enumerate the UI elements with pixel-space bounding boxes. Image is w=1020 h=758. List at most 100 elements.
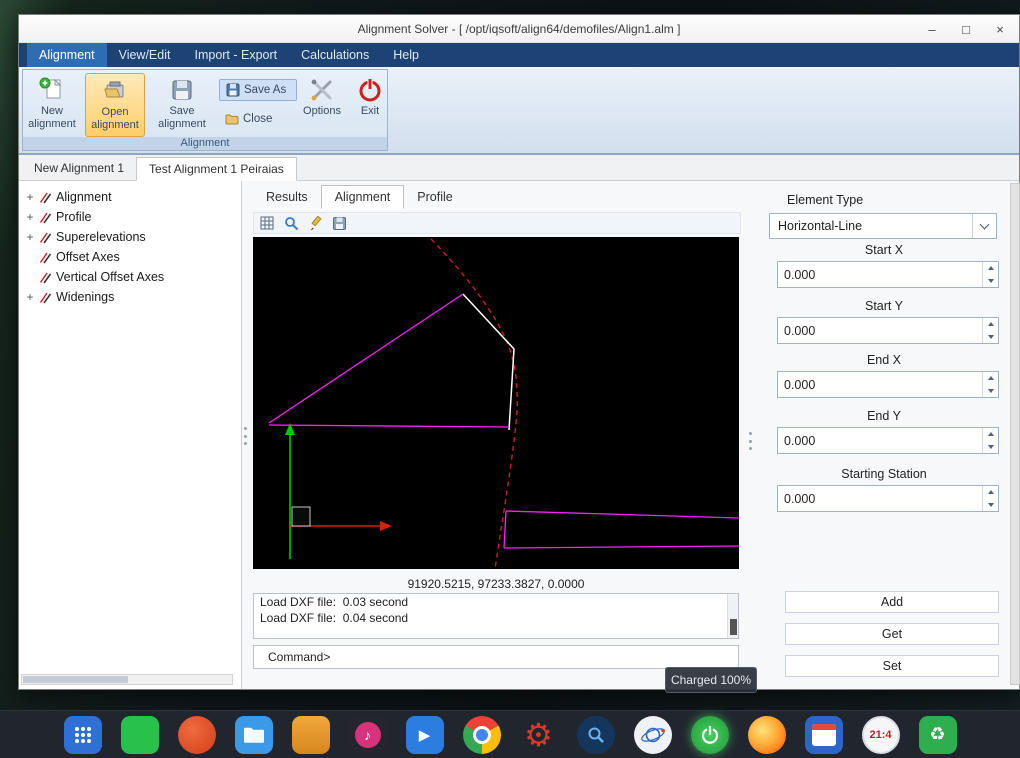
tab-profile[interactable]: Profile	[404, 185, 465, 209]
end-x-field[interactable]	[777, 371, 999, 398]
start-x-input[interactable]	[778, 262, 998, 287]
command-input[interactable]: Command>	[253, 645, 739, 669]
start-y-label: Start Y	[759, 299, 1009, 313]
spin-up-icon[interactable]	[983, 428, 998, 441]
maximize-button[interactable]: □	[949, 15, 983, 43]
tree-item-offset-axes[interactable]: Offset Axes	[19, 247, 241, 267]
clock-icon[interactable]: 21:4	[862, 716, 900, 754]
set-button[interactable]: Set	[785, 655, 999, 677]
app-launcher-icon[interactable]	[64, 716, 102, 754]
tree-horizontal-scrollbar[interactable]	[21, 674, 233, 685]
menu-tab-alignment[interactable]: Alignment	[27, 43, 107, 67]
tree-item-widenings[interactable]: + Widenings	[19, 287, 241, 307]
tree-item-profile[interactable]: + Profile	[19, 207, 241, 227]
tree-item-superelevations[interactable]: + Superelevations	[19, 227, 241, 247]
origin-axes	[285, 423, 392, 559]
expander-icon[interactable]: +	[25, 210, 35, 224]
right-splitter-handle[interactable]	[748, 426, 753, 456]
doc-tab-test-alignment-1-peiraias[interactable]: Test Alignment 1 Peiraias	[136, 157, 297, 181]
tree-item-alignment[interactable]: + Alignment	[19, 187, 241, 207]
spin-down-icon[interactable]	[983, 275, 998, 288]
power-charged-icon[interactable]	[691, 716, 729, 754]
vertical-offset-axes-node-icon	[39, 271, 52, 284]
close-alignment-button[interactable]: Close	[219, 108, 283, 130]
play-glyph: ▶	[419, 726, 431, 744]
file-manager-icon[interactable]	[235, 716, 273, 754]
search-icon[interactable]	[577, 716, 615, 754]
element-type-label: Element Type	[787, 193, 863, 207]
exit-button[interactable]: Exit	[353, 73, 387, 137]
start-y-field[interactable]	[777, 317, 999, 344]
spinner-buttons[interactable]	[982, 486, 998, 511]
end-x-input[interactable]	[778, 372, 998, 397]
spin-down-icon[interactable]	[983, 499, 998, 512]
spinner-buttons[interactable]	[982, 318, 998, 343]
close-folder-icon	[225, 112, 239, 126]
orbit-browser-icon[interactable]	[634, 716, 672, 754]
scrollbar-thumb[interactable]	[730, 619, 737, 635]
expander-icon[interactable]: +	[25, 230, 35, 244]
end-y-input[interactable]	[778, 428, 998, 453]
end-y-field[interactable]	[777, 427, 999, 454]
video-player-icon[interactable]: ▶	[406, 716, 444, 754]
cad-canvas[interactable]	[253, 237, 739, 569]
package-manager-icon[interactable]	[292, 716, 330, 754]
starting-station-input[interactable]	[778, 486, 998, 511]
new-alignment-button[interactable]: New alignment	[25, 73, 79, 137]
open-alignment-button[interactable]: Open alignment	[85, 73, 145, 137]
ribbon-group-label: Alignment	[23, 137, 387, 150]
scrollbar-thumb[interactable]	[23, 676, 128, 683]
spin-down-icon[interactable]	[983, 331, 998, 344]
tree-item-label: Vertical Offset Axes	[56, 270, 164, 284]
log-scrollbar[interactable]	[727, 594, 738, 638]
spin-down-icon[interactable]	[983, 441, 998, 454]
gear-glyph: ⚙	[524, 719, 553, 751]
grid-icon[interactable]	[259, 215, 275, 231]
menu-tab-import-export[interactable]: Import - Export	[182, 43, 289, 67]
spin-up-icon[interactable]	[983, 372, 998, 385]
menu-tab-help[interactable]: Help	[381, 43, 431, 67]
spinner-buttons[interactable]	[982, 428, 998, 453]
settings-gear-icon[interactable]: ⚙	[520, 716, 558, 754]
element-type-value: Horizontal-Line	[778, 219, 862, 233]
spin-up-icon[interactable]	[983, 262, 998, 275]
system-monitor-icon[interactable]	[178, 716, 216, 754]
element-type-dropdown[interactable]: Horizontal-Line	[769, 213, 997, 239]
save-as-button[interactable]: Save As	[219, 79, 297, 101]
spinner-buttons[interactable]	[982, 262, 998, 287]
spin-up-icon[interactable]	[983, 318, 998, 331]
music-player-icon[interactable]: ♪	[349, 716, 387, 754]
panel-vertical-scrollbar[interactable]	[1010, 183, 1020, 685]
add-button[interactable]: Add	[785, 591, 999, 613]
start-x-field[interactable]	[777, 261, 999, 288]
close-button[interactable]: ×	[983, 15, 1017, 43]
expander-icon[interactable]: +	[25, 290, 35, 304]
calendar-icon[interactable]	[805, 716, 843, 754]
starting-station-field[interactable]	[777, 485, 999, 512]
menu-tab-calculations[interactable]: Calculations	[289, 43, 381, 67]
title-bar[interactable]: Alignment Solver - [ /opt/iqsoft/align64…	[19, 15, 1019, 43]
firefox-browser-icon[interactable]	[748, 716, 786, 754]
expander-icon[interactable]: +	[25, 190, 35, 204]
tree-item-vertical-offset-axes[interactable]: Vertical Offset Axes	[19, 267, 241, 287]
save-view-icon[interactable]	[331, 215, 347, 231]
pencil-icon[interactable]	[307, 215, 323, 231]
menu-tab-view-edit[interactable]: View/Edit	[107, 43, 183, 67]
save-alignment-button[interactable]: Save alignment	[151, 73, 213, 137]
zoom-icon[interactable]	[283, 215, 299, 231]
tab-alignment[interactable]: Alignment	[321, 185, 405, 209]
options-button[interactable]: Options	[295, 73, 349, 137]
tab-results[interactable]: Results	[253, 185, 321, 209]
start-y-input[interactable]	[778, 318, 998, 343]
spin-up-icon[interactable]	[983, 486, 998, 499]
left-splitter-handle[interactable]	[243, 421, 248, 451]
spinner-buttons[interactable]	[982, 372, 998, 397]
minimize-button[interactable]: –	[915, 15, 949, 43]
doc-tab-new-alignment-1[interactable]: New Alignment 1	[22, 156, 136, 180]
canvas-toolbar	[253, 212, 741, 234]
get-button[interactable]: Get	[785, 623, 999, 645]
spin-down-icon[interactable]	[983, 385, 998, 398]
messenger-icon[interactable]	[121, 716, 159, 754]
chrome-browser-icon[interactable]	[463, 716, 501, 754]
recycle-bin-icon[interactable]: ♻	[919, 716, 957, 754]
